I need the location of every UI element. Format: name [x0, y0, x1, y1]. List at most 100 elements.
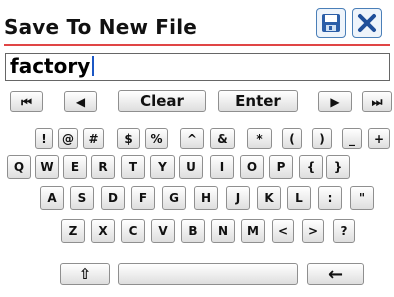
space-key[interactable] [118, 263, 298, 285]
key-f[interactable]: F [131, 186, 155, 210]
key-quote[interactable]: " [350, 186, 374, 210]
key-label: > [307, 224, 319, 238]
key-label: ? [340, 224, 348, 238]
key-label: G [169, 191, 179, 205]
key-label: % [150, 131, 163, 146]
key-l[interactable]: L [287, 186, 311, 210]
key-label: B [188, 224, 198, 238]
key-label: F [138, 191, 148, 205]
cursor-left-button[interactable]: ◀ [64, 91, 97, 112]
key-label: _ [349, 131, 355, 146]
key-label: L [295, 191, 303, 205]
key-z[interactable]: Z [61, 219, 85, 243]
key-g[interactable]: G [162, 186, 186, 210]
key-label: $ [124, 131, 133, 146]
key-k[interactable]: K [257, 186, 281, 210]
backspace-key[interactable]: ← [307, 263, 364, 285]
key-d[interactable]: D [101, 186, 125, 210]
key-u[interactable]: U [179, 155, 203, 179]
title-divider [4, 44, 390, 46]
filename-input[interactable]: factory [5, 53, 390, 81]
key-r[interactable]: R [91, 155, 115, 179]
enter-button[interactable]: Enter [218, 90, 298, 112]
key-label: Y [158, 160, 167, 174]
clear-button[interactable]: Clear [118, 90, 206, 112]
save-disk-icon [322, 14, 340, 32]
key-label: S [77, 191, 87, 205]
key-label: # [88, 131, 99, 146]
key-n[interactable]: N [211, 219, 235, 243]
key-question[interactable]: ? [333, 219, 355, 243]
close-x-icon [358, 14, 376, 32]
key-hash[interactable]: # [83, 128, 104, 149]
key-label: J [235, 191, 241, 205]
shift-key[interactable]: ⇧ [60, 263, 110, 285]
left-arrow-icon: ◀ [75, 94, 86, 109]
key-plus[interactable]: + [368, 128, 390, 149]
key-asterisk[interactable]: * [247, 128, 272, 149]
key-q[interactable]: Q [7, 155, 31, 179]
key-caret[interactable]: ^ [180, 128, 204, 149]
key-less-than[interactable]: < [272, 219, 294, 243]
key-a[interactable]: A [40, 186, 64, 210]
key-s[interactable]: S [70, 186, 94, 210]
key-label: ! [41, 131, 47, 146]
key-label: C [128, 224, 138, 238]
close-button[interactable] [352, 8, 382, 38]
key-label: U [186, 160, 196, 174]
key-v[interactable]: V [151, 219, 175, 243]
key-ampersand[interactable]: & [210, 128, 235, 149]
key-c[interactable]: C [121, 219, 145, 243]
key-colon[interactable]: : [318, 186, 342, 210]
key-label: I [219, 160, 225, 174]
key-label: + [373, 131, 385, 146]
key-label: Z [68, 224, 78, 238]
key-x[interactable]: X [91, 219, 115, 243]
key-label: & [217, 131, 228, 146]
key-label: ^ [186, 131, 198, 146]
key-label: K [264, 191, 274, 205]
shift-arrow-icon: ⇧ [78, 265, 92, 283]
key-e[interactable]: E [63, 155, 87, 179]
key-underscore[interactable]: _ [342, 128, 362, 149]
key-p[interactable]: P [269, 155, 293, 179]
key-b[interactable]: B [181, 219, 205, 243]
key-label: M [247, 224, 259, 238]
key-label: : [327, 191, 333, 205]
jump-to-end-button[interactable]: ⏭ [362, 91, 392, 112]
save-button[interactable] [316, 8, 346, 38]
key-w[interactable]: W [35, 155, 59, 179]
key-right-brace[interactable]: } [326, 155, 350, 179]
key-t[interactable]: T [121, 155, 145, 179]
key-label: < [277, 224, 289, 238]
enter-label: Enter [235, 92, 281, 110]
key-label: O [246, 160, 258, 174]
key-left-brace[interactable]: { [299, 155, 323, 179]
key-at[interactable]: @ [58, 128, 78, 149]
filename-value: factory [10, 54, 91, 78]
jump-start-icon: ⏮ [21, 94, 32, 109]
text-caret [92, 56, 95, 76]
key-y[interactable]: Y [150, 155, 175, 179]
key-right-paren[interactable]: ) [312, 128, 332, 149]
cursor-right-button[interactable]: ▶ [318, 91, 352, 112]
key-j[interactable]: J [226, 186, 250, 210]
key-o[interactable]: O [240, 155, 264, 179]
key-i[interactable]: I [210, 155, 234, 179]
key-label: } [333, 160, 343, 174]
key-label: V [158, 224, 168, 238]
right-arrow-icon: ▶ [330, 94, 340, 109]
key-m[interactable]: M [241, 219, 265, 243]
key-greater-than[interactable]: > [302, 219, 324, 243]
key-label: E [70, 160, 80, 174]
key-label: * [256, 131, 263, 146]
key-left-paren[interactable]: ( [282, 128, 302, 149]
backspace-arrow-icon: ← [327, 263, 344, 285]
key-percent[interactable]: % [145, 128, 168, 149]
dialog-title: Save To New File [4, 15, 198, 39]
key-exclamation[interactable]: ! [35, 128, 53, 149]
key-dollar[interactable]: $ [117, 128, 140, 149]
key-h[interactable]: H [194, 186, 218, 210]
key-label: W [40, 160, 54, 174]
jump-to-start-button[interactable]: ⏮ [10, 91, 43, 112]
